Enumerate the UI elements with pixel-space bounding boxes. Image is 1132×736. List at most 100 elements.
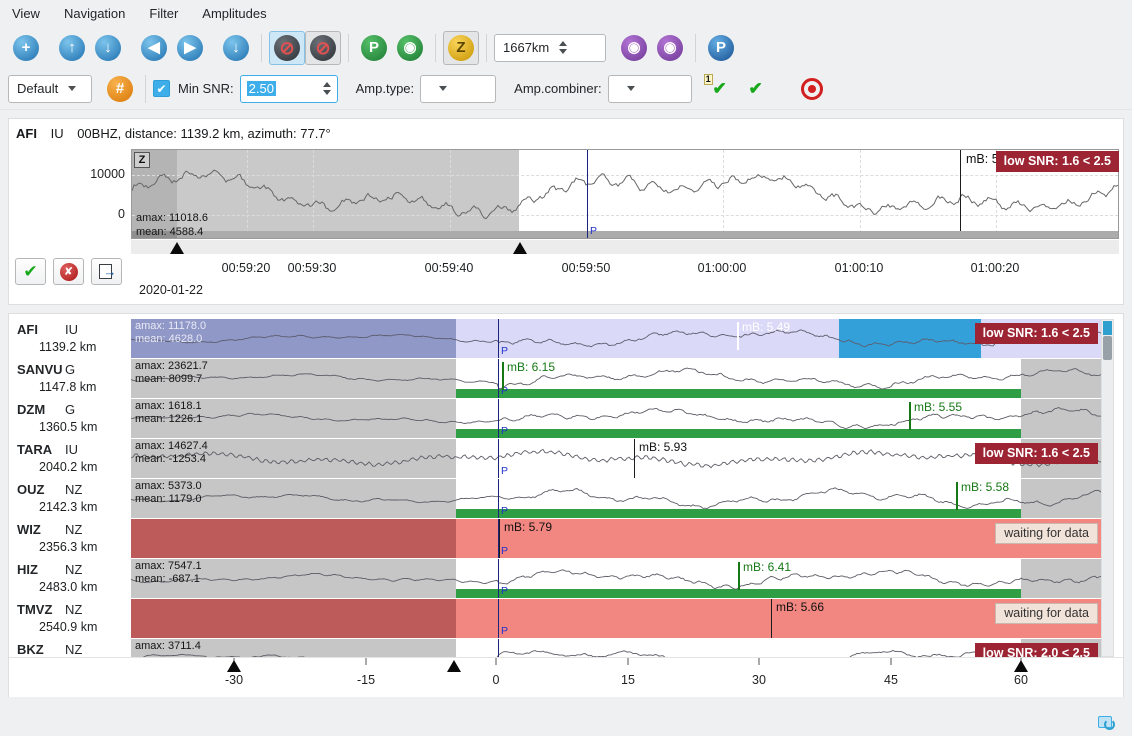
recompute-amplitude-button[interactable]: ◉	[392, 31, 428, 65]
amplitude-marker-line[interactable]	[502, 362, 504, 390]
axis-marker-origin[interactable]	[447, 660, 461, 672]
p-pick-line[interactable]	[498, 359, 499, 398]
limit-toggle-button[interactable]: ⊘	[305, 31, 341, 65]
axis-tick: 45	[884, 673, 898, 687]
station-distance: 2356.3 km	[39, 540, 131, 554]
menu-filter[interactable]: Filter	[149, 6, 178, 21]
time-tick: 00:59:40	[425, 261, 474, 275]
menu-navigation[interactable]: Navigation	[64, 6, 125, 21]
amplitude-marker-line[interactable]	[956, 482, 958, 510]
station-name: HIZ	[17, 562, 65, 577]
compute-magnitude-button[interactable]	[794, 72, 830, 106]
scroll-down-button[interactable]: ↓	[218, 31, 254, 65]
scrollbar-thumb-top[interactable]	[1103, 321, 1112, 335]
distance-limit-combo[interactable]: 1667km	[494, 34, 606, 62]
trace-area[interactable]: PmB: 5.49amax: 11178.0mean: 4628.0low SN…	[131, 319, 1101, 358]
component-z-button[interactable]: Z	[443, 31, 479, 65]
spinner-arrows-icon[interactable]	[559, 37, 567, 58]
p-pick-line[interactable]	[498, 559, 499, 598]
amplitude-marker-line[interactable]	[771, 599, 772, 638]
theoretical-phase-button[interactable]: P	[703, 31, 739, 65]
station-row-wiz[interactable]: WIZNZ2356.3 kmPmB: 5.79waiting for data	[9, 519, 1101, 558]
station-row-dzm[interactable]: DZMG1360.5 kmPmB: 5.55amax: 1618.1mean: …	[9, 399, 1101, 438]
spinner-arrows-icon[interactable]	[323, 78, 331, 99]
axis-tick: 0	[493, 673, 500, 687]
trace-area[interactable]: PmB: 5.58amax: 5373.0mean: 1179.0	[131, 479, 1101, 518]
signal-window-handle[interactable]	[513, 242, 527, 254]
station-row-hiz[interactable]: HIZNZ2483.0 kmPmB: 6.41amax: 7547.1mean:…	[9, 559, 1101, 598]
p-pick-line[interactable]	[498, 479, 499, 518]
trace-area[interactable]: PmB: 5.55amax: 1618.1mean: 1226.1	[131, 399, 1101, 438]
station-row-tmvz[interactable]: TMVZNZ2540.9 kmPmB: 5.66waiting for data	[9, 599, 1101, 638]
previous-trace-button[interactable]: ◀	[136, 31, 172, 65]
menu-amplitudes[interactable]: Amplitudes	[202, 6, 266, 21]
amax-value: amax: 7547.1	[135, 560, 202, 572]
menu-view[interactable]: View	[12, 6, 40, 21]
station-row-sanvu[interactable]: SANVUG1147.8 kmPmB: 6.15amax: 23621.7mea…	[9, 359, 1101, 398]
zoom-fit-button[interactable]: +	[8, 31, 44, 65]
pick-amplitude-button[interactable]: P	[356, 31, 392, 65]
axis-marker-right[interactable]	[1014, 660, 1028, 672]
station-row-ouz[interactable]: OUZNZ2142.3 kmPmB: 5.58amax: 5373.0mean:…	[9, 479, 1101, 518]
amp-type-combo[interactable]	[420, 75, 496, 103]
station-row-tara[interactable]: TARAIU2040.2 kmPmB: 5.93amax: 14627.4mea…	[9, 439, 1101, 478]
accept-button[interactable]: ✔	[15, 258, 46, 285]
min-snr-spinbox[interactable]: 2.50	[240, 75, 338, 103]
reject-button[interactable]: ✘	[53, 258, 84, 285]
no-limit-icon: ⊘	[310, 35, 336, 61]
p-pick-line[interactable]	[498, 439, 499, 478]
amplitude-marker-line[interactable]	[909, 402, 911, 430]
station-row-bkz[interactable]: BKZNZPamax: 3711.4low SNR: 2.0 < 2.5	[9, 639, 1101, 657]
noise-window-handle[interactable]	[170, 242, 184, 254]
station-distance: 2483.0 km	[39, 580, 131, 594]
profile-combo[interactable]: Default	[8, 75, 92, 103]
station-distance: 1147.8 km	[39, 380, 131, 394]
min-snr-checkbox[interactable]: ✔	[153, 80, 170, 97]
amplitude-marker-line[interactable]	[738, 562, 740, 590]
trace-area[interactable]: PmB: 5.66waiting for data	[131, 599, 1101, 638]
apply-one-button[interactable]: ✔ 1	[702, 72, 738, 106]
station-magnitude-icon: ◉	[657, 35, 683, 61]
trace-area[interactable]: PmB: 6.15amax: 23621.7mean: 8099.7	[131, 359, 1101, 398]
amplitude-zoom-in-button[interactable]: ↑	[54, 31, 90, 65]
amplitude-marker-line[interactable]	[960, 150, 961, 231]
numbering-button[interactable]: #	[102, 72, 138, 106]
amplitude-marker-line[interactable]	[737, 322, 739, 350]
trace-area[interactable]: PmB: 6.41amax: 7547.1mean: -687.1	[131, 559, 1101, 598]
amplitude-marker-line[interactable]	[499, 519, 500, 558]
scrollbar-thumb[interactable]	[1103, 336, 1112, 360]
time-tick: 01:00:20	[971, 261, 1020, 275]
network-code: IU	[65, 442, 78, 457]
p-pick-line[interactable]	[498, 319, 499, 358]
station-row-afi[interactable]: AFIIU1139.2 kmPmB: 5.49amax: 11178.0mean…	[9, 319, 1101, 358]
amp-combiner-label: Amp.combiner:	[514, 81, 601, 96]
p-pick-line[interactable]	[498, 599, 499, 638]
amplitude-marker-line[interactable]	[634, 439, 635, 478]
station-list-panel: AFIIU1139.2 kmPmB: 5.49amax: 11178.0mean…	[8, 313, 1124, 697]
checkmark-one-icon: ✔	[712, 79, 726, 99]
next-trace-button[interactable]: ▶	[172, 31, 208, 65]
magnitude-button[interactable]: ◉	[616, 31, 652, 65]
mb-value-label: mB: 5.93	[639, 440, 687, 454]
station-name: TARA	[17, 442, 65, 457]
amp-combiner-combo[interactable]	[608, 75, 692, 103]
trace-area[interactable]: PmB: 5.79waiting for data	[131, 519, 1101, 558]
trace-area[interactable]: Pamax: 3711.4low SNR: 2.0 < 2.5	[131, 639, 1101, 657]
station-magnitude-button[interactable]: ◉	[652, 31, 688, 65]
p-pick-line[interactable]	[498, 639, 499, 657]
axis-marker-left[interactable]	[227, 660, 241, 672]
filter-toggle-button[interactable]: ⊘	[269, 31, 305, 65]
amplitude-zoom-out-button[interactable]: ↓	[90, 31, 126, 65]
apply-all-button[interactable]: ✔	[738, 72, 774, 106]
trace-area[interactable]: PmB: 5.93amax: 14627.4mean: -1253.4low S…	[131, 439, 1101, 478]
chevron-down-icon	[439, 86, 447, 95]
snr-warning-badge: low SNR: 1.6 < 2.5	[975, 323, 1098, 344]
pick-p-icon: P	[361, 35, 387, 61]
station-waveform	[131, 639, 1101, 657]
time-tick: 00:59:20	[222, 261, 271, 275]
p-pick-line[interactable]	[587, 150, 588, 238]
main-trace-plot[interactable]: P mB: 5.4 Z amax: 11018.6 mean: 4588.4	[131, 149, 1119, 239]
p-pick-line[interactable]	[498, 399, 499, 438]
vertical-scrollbar[interactable]	[1101, 319, 1114, 657]
export-button[interactable]	[91, 258, 122, 285]
